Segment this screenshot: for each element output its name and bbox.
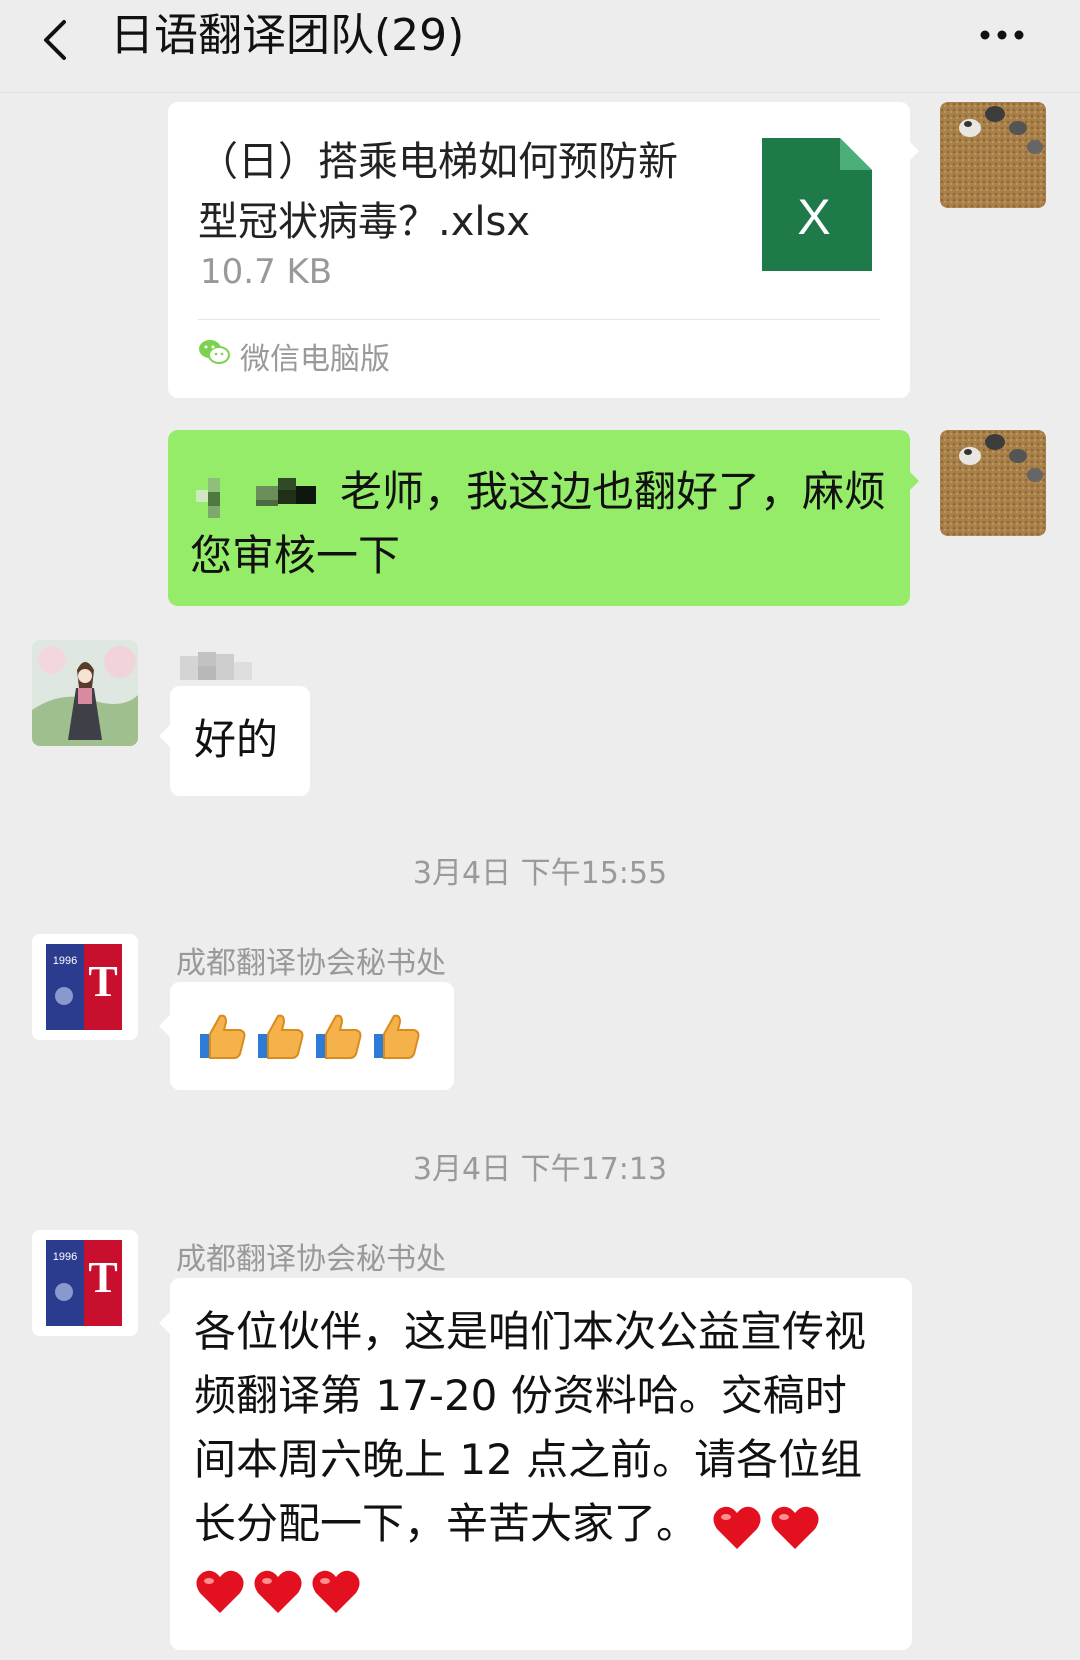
red-heart-icon	[771, 1506, 819, 1549]
red-heart-icon	[312, 1570, 360, 1613]
divider	[198, 319, 880, 320]
svg-text:T: T	[88, 1253, 117, 1302]
thumbs-up-icon	[316, 1014, 362, 1059]
bubble-tail	[159, 1312, 170, 1334]
back-button[interactable]	[28, 10, 88, 70]
reply-text: 老师，我这边也翻好了，麻烦您审核一下	[190, 467, 887, 580]
file-name: （日）搭乘电梯如何预防新型冠状病毒？.xlsx	[198, 139, 678, 245]
ok-text: 好的	[194, 715, 279, 764]
pixelated-sender-name	[180, 648, 254, 684]
my-avatar[interactable]	[940, 430, 1046, 536]
sender-name: 成都翻译协会秘书处	[176, 1242, 446, 1277]
member-avatar[interactable]	[32, 640, 138, 746]
svg-text:1996: 1996	[53, 1251, 77, 1263]
more-button[interactable]	[975, 10, 1035, 60]
red-heart-icon	[254, 1570, 302, 1613]
thumbs-up-icon	[374, 1014, 420, 1059]
association-avatar[interactable]: 1996 T	[32, 934, 138, 1040]
thumbs-message[interactable]	[170, 982, 454, 1090]
thumbs-up-icon	[200, 1014, 246, 1059]
file-message[interactable]: （日）搭乘电梯如何预防新型冠状病毒？.xlsx 10.7 KB X 微信电脑版	[168, 102, 910, 398]
association-avatar[interactable]: 1996 T	[32, 1230, 138, 1336]
wechat-icon	[198, 338, 230, 366]
chat-header: 日语翻译团队(29)	[0, 0, 1080, 93]
red-heart-icon	[196, 1570, 244, 1613]
thumbs-up-row	[196, 1010, 428, 1062]
chevron-left-icon	[44, 20, 66, 60]
ok-message[interactable]: 好的	[170, 686, 310, 796]
red-heart-icon	[713, 1506, 761, 1549]
bubble-tail	[159, 725, 170, 747]
timestamp: 3月4日 下午15:55	[412, 856, 668, 891]
file-size: 10.7 KB	[200, 252, 333, 292]
reply-message[interactable]: 老师，我这边也翻好了，麻烦您审核一下	[168, 430, 910, 606]
file-source: 微信电脑版	[240, 342, 390, 377]
bubble-tail	[159, 1015, 170, 1037]
timestamp: 3月4日 下午17:13	[412, 1152, 668, 1187]
notice-text: 各位伙伴，这是咱们本次公益宣传视频翻译第 17-20 份资料哈。交稿时间本周六晚…	[194, 1300, 884, 1620]
my-avatar[interactable]	[940, 102, 1046, 208]
more-icon	[980, 30, 1024, 40]
sender-name: 成都翻译协会秘书处	[176, 946, 446, 981]
notice-message[interactable]: 各位伙伴，这是咱们本次公益宣传视频翻译第 17-20 份资料哈。交稿时间本周六晚…	[170, 1278, 912, 1650]
thumbs-up-icon	[258, 1014, 304, 1059]
excel-file-icon: X	[762, 138, 872, 271]
svg-text:T: T	[88, 957, 117, 1006]
svg-text:1996: 1996	[53, 955, 77, 967]
chat-title: 日语翻译团队(29)	[110, 10, 465, 61]
svg-text:X: X	[797, 189, 830, 245]
